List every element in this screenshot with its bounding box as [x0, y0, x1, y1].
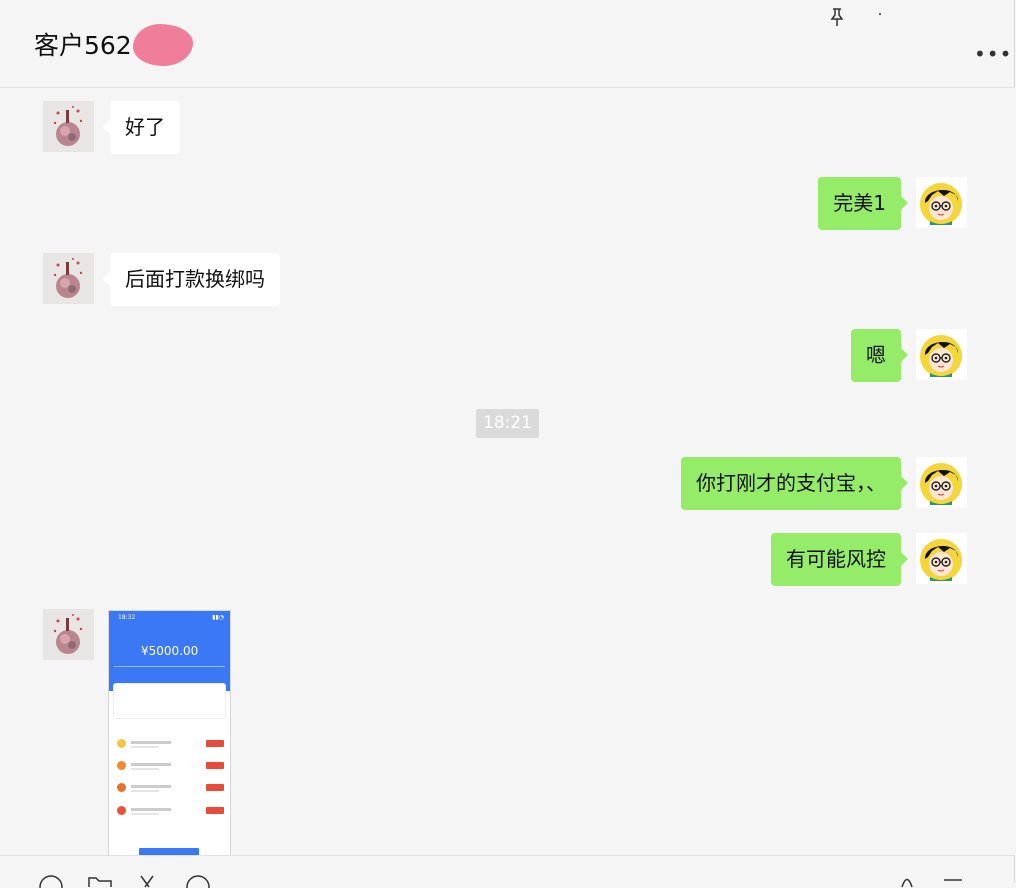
contact-avatar[interactable]	[43, 609, 94, 660]
emoji-icon[interactable]	[38, 874, 64, 888]
chat-history-icon[interactable]	[185, 874, 211, 888]
message-bubble-incoming[interactable]: 好了	[103, 101, 180, 154]
message-bubble-incoming[interactable]: 后面打款换绑吗	[103, 253, 280, 306]
screenshot-amount: ¥5000.00	[141, 644, 199, 658]
my-avatar[interactable]	[916, 329, 967, 380]
timestamp-divider: 18:21	[476, 409, 539, 438]
message-bubble-outgoing[interactable]: 嗯	[851, 329, 908, 382]
my-avatar[interactable]	[916, 177, 967, 228]
contact-avatar[interactable]	[43, 253, 94, 304]
message-bubble-outgoing[interactable]: 你打刚才的支付宝，、	[681, 457, 908, 510]
chat-title: 客户562	[34, 31, 132, 60]
image-message[interactable]: 18:32 ▮▮◔ ¥5000.00	[108, 610, 231, 857]
voice-call-icon[interactable]	[898, 874, 916, 888]
contact-avatar[interactable]	[43, 101, 94, 152]
video-call-icon[interactable]	[942, 874, 964, 888]
input-toolbar	[0, 855, 1015, 888]
chat-header: 客户562 •••	[0, 0, 1015, 88]
message-bubble-outgoing[interactable]: 有可能风控	[771, 533, 908, 586]
my-avatar[interactable]	[916, 533, 967, 584]
pin-icon[interactable]	[828, 6, 846, 28]
folder-icon[interactable]	[87, 874, 113, 888]
message-bubble-outgoing[interactable]: 完美1	[818, 177, 908, 230]
window-dot	[879, 13, 881, 15]
screenshot-status-time: 18:32	[118, 614, 136, 621]
my-avatar[interactable]	[916, 457, 967, 508]
signal-icon: ▮▮◔	[212, 614, 224, 621]
redacted-mark	[133, 24, 193, 66]
more-options-icon[interactable]: •••	[974, 42, 1012, 66]
screenshot-card	[113, 683, 226, 719]
scissors-icon[interactable]	[138, 874, 156, 888]
